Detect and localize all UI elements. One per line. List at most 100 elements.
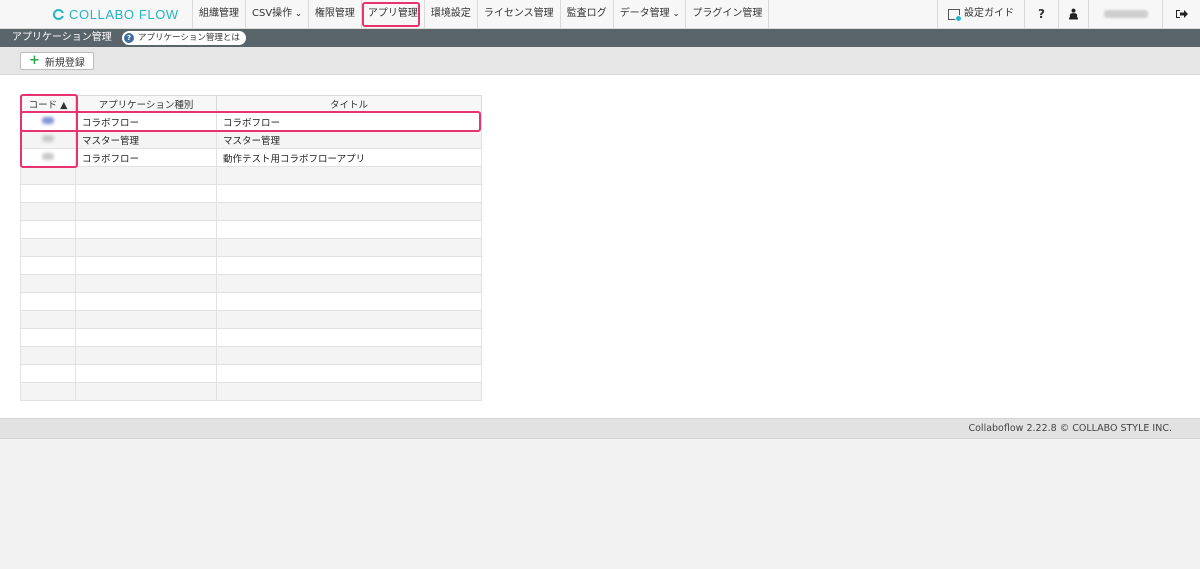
nav-item-environment[interactable]: 環境設定 — [425, 0, 478, 28]
empty-cell — [75, 382, 217, 401]
empty-cell — [75, 274, 217, 293]
empty-cell — [20, 328, 76, 347]
logo-text: COLLABO FLOW — [69, 6, 179, 22]
empty-cell — [216, 328, 482, 347]
table-row-empty — [20, 184, 482, 203]
nav-item-license[interactable]: ライセンス管理 — [478, 0, 561, 28]
nav-label: 権限管理 — [314, 8, 355, 19]
table-row-empty — [20, 238, 482, 257]
table-row-empty — [20, 256, 482, 275]
main-menu: 組織管理 CSV操作 ⌄ 権限管理 アプリ管理 環境設定 ライセンス管理 監査ログ… — [192, 0, 770, 28]
guide-icon — [948, 8, 962, 22]
logout-button[interactable] — [1162, 0, 1200, 28]
new-register-label: 新規登録 — [44, 57, 85, 69]
help-link-label: アプリケーション管理とは — [138, 33, 240, 43]
table-row-empty — [20, 202, 482, 221]
column-header-type[interactable]: アプリケーション種別 — [75, 95, 217, 113]
empty-cell — [216, 202, 482, 221]
chevron-down-icon: ⌄ — [295, 9, 302, 18]
empty-cell — [75, 256, 217, 275]
settings-guide-button[interactable]: 設定ガイド — [937, 0, 1024, 28]
nav-item-audit-log[interactable]: 監査ログ — [561, 0, 614, 28]
empty-cell — [216, 184, 482, 203]
empty-cell — [216, 166, 482, 185]
right-navigation: 設定ガイド ? — [937, 0, 1200, 28]
empty-cell — [75, 184, 217, 203]
table-row-empty — [20, 292, 482, 311]
table-row-empty — [20, 328, 482, 347]
nav-item-org[interactable]: 組織管理 — [192, 0, 246, 28]
table-row-empty — [20, 220, 482, 239]
plus-icon: + — [29, 53, 40, 68]
help-button[interactable]: ? — [1024, 0, 1058, 28]
table-row-empty — [20, 166, 482, 185]
logo-icon — [53, 8, 65, 20]
user-menu-button[interactable] — [1058, 0, 1088, 28]
empty-cell — [75, 220, 217, 239]
chevron-down-icon: ⌄ — [672, 9, 680, 18]
empty-cell — [216, 382, 482, 401]
empty-cell — [75, 346, 217, 365]
nav-label: CSV操作 — [252, 8, 293, 19]
copyright-text: Collaboflow 2.22.8 © COLLABO STYLE INC. — [968, 423, 1172, 434]
table-row-empty — [20, 346, 482, 365]
help-link[interactable]: ? アプリケーション管理とは — [122, 31, 246, 45]
nav-label: 環境設定 — [430, 8, 471, 19]
nav-label: プラグイン管理 — [692, 8, 763, 19]
empty-cell — [20, 202, 76, 221]
toolbar: + 新規登録 — [0, 47, 1200, 75]
question-icon: ? — [1038, 7, 1045, 21]
logout-icon — [1175, 10, 1188, 18]
table-row[interactable]: マスター管理 マスター管理 — [20, 130, 482, 149]
title-cell: 動作テスト用コラボフローアプリ — [216, 148, 482, 167]
empty-cell — [20, 274, 76, 293]
empty-cell — [20, 310, 76, 329]
nav-apps-highlight — [362, 2, 420, 27]
empty-cell — [216, 346, 482, 365]
empty-cell — [216, 256, 482, 275]
top-navigation: COLLABO FLOW 組織管理 CSV操作 ⌄ 権限管理 アプリ管理 環境設定… — [0, 0, 1200, 29]
nav-label: データ管理 — [619, 8, 670, 19]
nav-item-data[interactable]: データ管理 ⌄ — [614, 0, 687, 28]
user-icon — [1069, 8, 1078, 20]
empty-cell — [216, 220, 482, 239]
new-register-button[interactable]: + 新規登録 — [20, 52, 94, 70]
nav-item-csv[interactable]: CSV操作 ⌄ — [246, 0, 309, 28]
empty-cell — [20, 364, 76, 383]
page-title: アプリケーション管理 — [12, 32, 112, 43]
nav-label: 監査ログ — [566, 8, 607, 19]
first-row-highlight — [20, 111, 481, 132]
empty-cell — [20, 256, 76, 275]
empty-cell — [216, 310, 482, 329]
table-row-empty — [20, 274, 482, 293]
empty-cell — [20, 382, 76, 401]
table-row-empty — [20, 382, 482, 401]
empty-cell — [75, 202, 217, 221]
empty-cell — [75, 364, 217, 383]
table-row-empty — [20, 310, 482, 329]
empty-cell — [75, 292, 217, 311]
table-header-row: コード ▲ アプリケーション種別 タイトル — [20, 95, 482, 113]
nav-item-plugins[interactable]: プラグイン管理 — [686, 0, 770, 28]
empty-cell — [20, 292, 76, 311]
nav-item-permissions[interactable]: 権限管理 — [309, 0, 362, 28]
empty-cell — [75, 328, 217, 347]
page-title-bar: アプリケーション管理 ? アプリケーション管理とは — [0, 29, 1200, 47]
table-row-empty — [20, 364, 482, 383]
empty-cell — [20, 220, 76, 239]
table-row[interactable]: コラボフロー 動作テスト用コラボフローアプリ — [20, 148, 482, 167]
empty-cell — [75, 310, 217, 329]
column-header-title[interactable]: タイトル — [216, 95, 482, 113]
title-cell: マスター管理 — [216, 130, 482, 149]
settings-guide-label: 設定ガイド — [964, 8, 1014, 19]
user-name[interactable] — [1088, 0, 1162, 28]
nav-label: 組織管理 — [199, 8, 239, 19]
empty-cell — [216, 238, 482, 257]
empty-cell — [20, 184, 76, 203]
app-logo[interactable]: COLLABO FLOW — [53, 6, 179, 22]
empty-cell — [20, 238, 76, 257]
empty-cell — [20, 346, 76, 365]
content-area: コード ▲ アプリケーション種別 タイトル コラボフロー コラボフロー マスター… — [0, 75, 1200, 418]
empty-cell — [75, 166, 217, 185]
type-cell: コラボフロー — [75, 148, 217, 167]
